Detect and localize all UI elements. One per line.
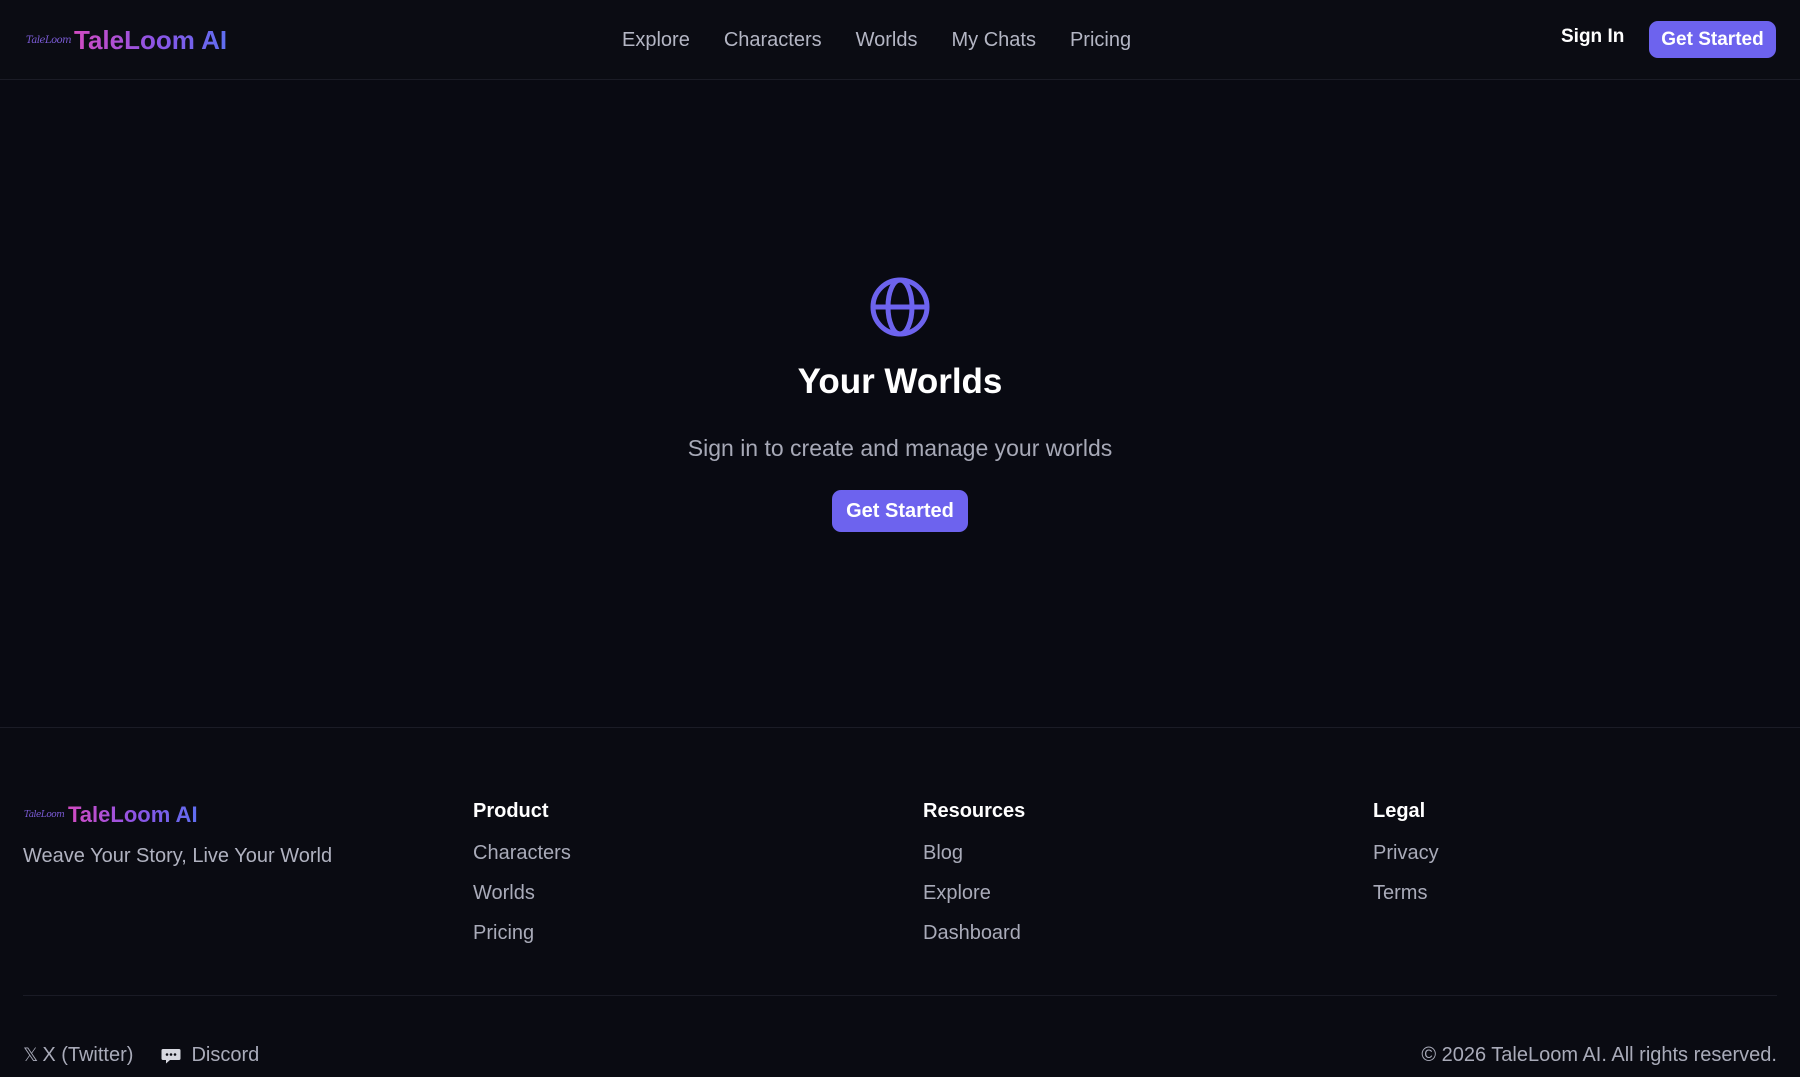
footer-column-legal: Legal Privacy Terms: [1373, 800, 1439, 921]
header-get-started-button[interactable]: Get Started: [1649, 21, 1776, 58]
x-icon: 𝕏: [23, 1045, 39, 1066]
page-subtitle: Sign in to create and manage your worlds: [687, 435, 1113, 461]
footer-link-worlds[interactable]: Worlds: [473, 881, 571, 905]
footer-brand-logo: TaleLoom: [24, 810, 65, 820]
footer-column-resources: Resources Blog Explore Dashboard: [923, 800, 1025, 961]
footer-link-dashboard[interactable]: Dashboard: [923, 921, 1025, 945]
footer-link-blog[interactable]: Blog: [923, 841, 1025, 865]
copyright-text: © 2026 TaleLoom AI. All rights reserved.: [1421, 1044, 1777, 1066]
get-started-button[interactable]: Get Started: [832, 490, 968, 532]
footer-brand-name: TaleLoom AI: [68, 802, 198, 827]
footer-link-privacy[interactable]: Privacy: [1373, 841, 1439, 865]
footer-column-title: Resources: [923, 800, 1026, 822]
footer-column-product: Product Characters Worlds Pricing: [473, 800, 571, 961]
site-footer: TaleLoom TaleLoom AI Weave Your Story, L…: [0, 727, 1800, 1077]
nav-worlds[interactable]: Worlds: [856, 29, 918, 52]
sign-in-link[interactable]: Sign In: [1561, 26, 1624, 48]
social-links: 𝕏 X (Twitter) Discord: [23, 1044, 287, 1067]
globe-icon: [870, 277, 930, 337]
footer-link-explore[interactable]: Explore: [923, 881, 1025, 905]
nav-pricing[interactable]: Pricing: [1070, 29, 1131, 52]
discord-icon: [161, 1048, 181, 1063]
footer-column-title: Legal: [1373, 800, 1426, 822]
nav-my-chats[interactable]: My Chats: [952, 29, 1036, 52]
footer-brand-link[interactable]: TaleLoom TaleLoom AI: [24, 799, 198, 831]
social-link-discord[interactable]: Discord: [161, 1044, 259, 1067]
top-nav-bar: TaleLoom TaleLoom AI Explore Characters …: [0, 0, 1800, 80]
footer-link-characters[interactable]: Characters: [473, 841, 571, 865]
main-nav: Explore Characters Worlds My Chats Prici…: [622, 22, 1131, 58]
nav-characters[interactable]: Characters: [724, 29, 822, 52]
footer-link-pricing[interactable]: Pricing: [473, 921, 571, 945]
social-link-label: Discord: [191, 1044, 260, 1066]
nav-explore[interactable]: Explore: [622, 29, 690, 52]
footer-column-title: Product: [473, 800, 549, 822]
page-title: Your Worlds: [797, 362, 1003, 401]
footer-tagline: Weave Your Story, Live Your World: [23, 845, 333, 867]
brand-home-link[interactable]: TaleLoom TaleLoom AI: [26, 22, 227, 58]
brand-name: TaleLoom AI: [74, 24, 228, 55]
social-link-x[interactable]: 𝕏 X (Twitter): [23, 1044, 133, 1067]
footer-divider: [23, 995, 1777, 996]
brand-logo: TaleLoom: [26, 34, 72, 46]
social-link-label: X (Twitter): [42, 1044, 134, 1066]
footer-link-terms[interactable]: Terms: [1373, 881, 1439, 905]
